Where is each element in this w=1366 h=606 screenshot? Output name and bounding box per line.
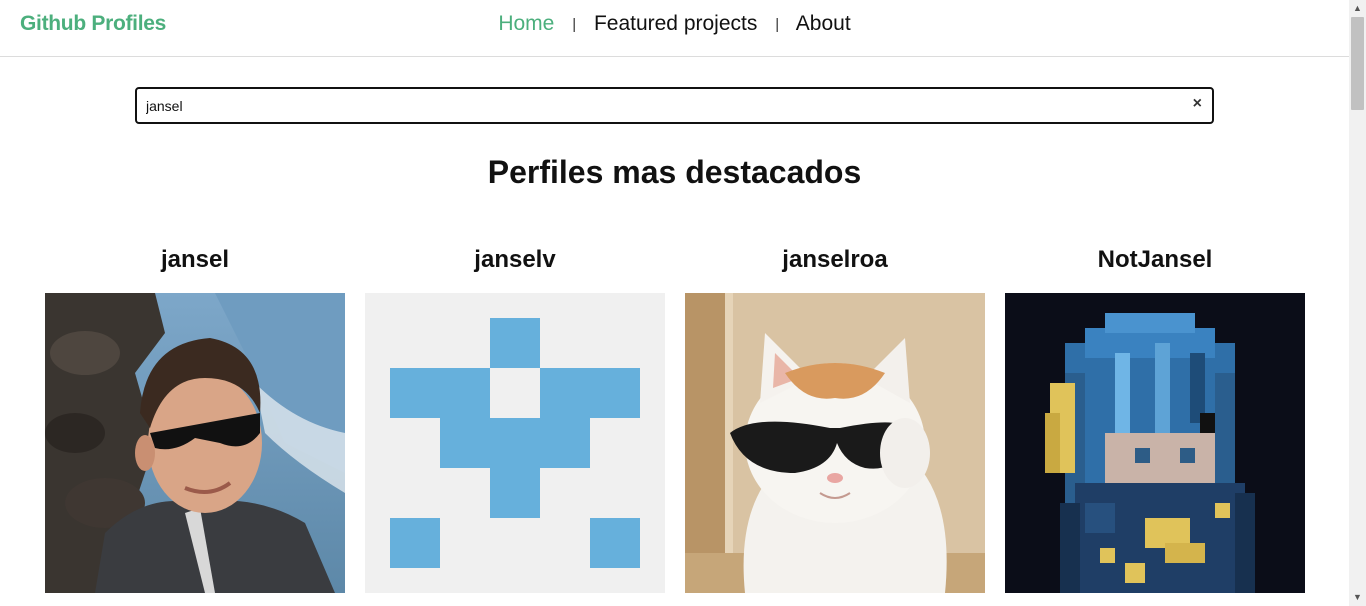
nav-links: Home | Featured projects | About [0,12,1349,36]
clear-search-icon[interactable]: × [1193,94,1202,114]
profile-username[interactable]: jansel [45,244,345,276]
nav-separator: | [775,16,780,33]
scrollbar-thumb[interactable] [1351,17,1364,110]
navbar: Github Profiles Home | Featured projects… [0,0,1349,57]
page: Github Profiles Home | Featured projects… [0,0,1349,606]
profile-card[interactable]: janselv [365,244,665,593]
vertical-scrollbar[interactable]: ▲ ▼ [1349,0,1366,606]
scroll-up-arrow-icon[interactable]: ▲ [1349,0,1366,17]
profile-avatar-photo[interactable] [45,293,345,593]
scroll-down-arrow-icon[interactable]: ▼ [1349,589,1366,606]
search-input[interactable] [146,96,1176,116]
profile-username[interactable]: janselroa [685,244,985,276]
nav-about-link[interactable]: About [796,12,851,35]
profile-username[interactable]: janselv [365,244,665,276]
nav-separator: | [572,16,577,33]
profile-card[interactable]: NotJansel [1005,244,1305,593]
profile-avatar-cat[interactable] [685,293,985,593]
profile-avatar-pixel-art[interactable] [1005,293,1305,593]
nav-featured-projects-link[interactable]: Featured projects [594,12,757,35]
search-box: × [135,87,1214,124]
section-title: Perfiles mas destacados [487,154,862,190]
nav-home-link[interactable]: Home [498,12,554,35]
profile-avatar-identicon[interactable] [365,293,665,593]
profile-card[interactable]: jansel [45,244,345,593]
profile-username[interactable]: NotJansel [1005,244,1305,276]
profile-card[interactable]: janselroa [685,244,985,593]
